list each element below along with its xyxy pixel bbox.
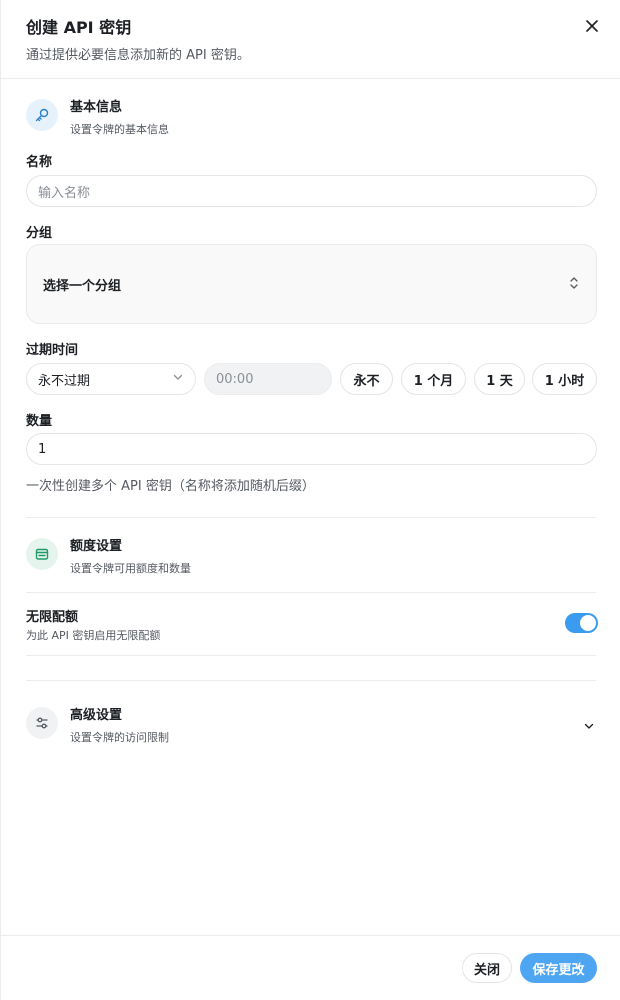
count-input-value: 1 — [38, 441, 47, 457]
basic-info-title: 基本信息 — [70, 100, 123, 115]
unlimited-quota-label: 无限配额 — [26, 610, 79, 625]
quota-desc: 设置令牌可用额度和数量 — [70, 562, 191, 575]
header-divider — [1, 78, 620, 79]
quota-section-header: 额度设置 设置令牌可用额度和数量 — [26, 538, 191, 578]
group-label: 分组 — [26, 226, 53, 241]
basic-info-desc: 设置令牌的基本信息 — [70, 123, 169, 136]
expire-label: 过期时间 — [26, 343, 79, 358]
quick-expire-1-month-button[interactable]: 1 个月 — [401, 363, 466, 395]
group-select-value: 选择一个分组 — [43, 278, 122, 294]
create-api-key-panel: 创建 API 密钥 通过提供必要信息添加新的 API 密钥。 基本信息 设置令牌… — [0, 0, 620, 1000]
quick-expire-1-hour-button[interactable]: 1 小时 — [532, 363, 597, 395]
expire-select-value: 永不过期 — [38, 373, 91, 389]
count-helper-text: 一次性创建多个 API 密钥（名称将添加随机后缀） — [26, 479, 315, 494]
close-button[interactable]: 关闭 — [462, 953, 512, 983]
unlimited-quota-toggle[interactable] — [565, 613, 598, 633]
expire-time-input[interactable]: 00:00 — [204, 363, 332, 395]
quota-divider-top — [26, 592, 596, 593]
save-changes-button[interactable]: 保存更改 — [520, 953, 597, 983]
panel-title: 创建 API 密钥 — [26, 18, 132, 37]
advanced-desc: 设置令牌的访问限制 — [70, 731, 169, 744]
close-icon[interactable] — [580, 14, 604, 38]
sliders-icon — [26, 707, 58, 739]
group-select[interactable]: 选择一个分组 — [26, 244, 597, 324]
basic-info-section-header: 基本信息 设置令牌的基本信息 — [26, 99, 169, 139]
advanced-divider — [26, 680, 596, 681]
quota-divider-bottom — [26, 655, 596, 656]
chevron-down-icon[interactable] — [579, 716, 599, 736]
panel-subtitle: 通过提供必要信息添加新的 API 密钥。 — [26, 48, 250, 63]
toggle-knob — [580, 615, 596, 631]
quota-title: 额度设置 — [70, 539, 123, 554]
key-icon — [26, 99, 58, 131]
advanced-title: 高级设置 — [70, 708, 123, 723]
name-input-placeholder: 输入名称 — [38, 185, 91, 201]
advanced-section-header[interactable]: 高级设置 设置令牌的访问限制 — [26, 707, 169, 747]
count-input[interactable]: 1 — [26, 433, 597, 465]
unlimited-quota-desc: 为此 API 密钥启用无限配额 — [26, 629, 161, 642]
chevron-updown-icon — [568, 275, 580, 294]
quick-expire-never-button[interactable]: 永不 — [340, 363, 393, 395]
quick-expire-1-day-button[interactable]: 1 天 — [474, 363, 525, 395]
name-input[interactable]: 输入名称 — [26, 175, 597, 207]
wallet-icon — [26, 538, 58, 570]
expire-time-placeholder: 00:00 — [216, 371, 254, 387]
section-divider — [26, 517, 596, 518]
panel-header: 创建 API 密钥 通过提供必要信息添加新的 API 密钥。 — [26, 14, 600, 63]
count-label: 数量 — [26, 414, 53, 429]
name-label: 名称 — [26, 155, 53, 170]
expire-select[interactable]: 永不过期 — [26, 363, 196, 395]
chevron-down-icon — [172, 371, 184, 387]
